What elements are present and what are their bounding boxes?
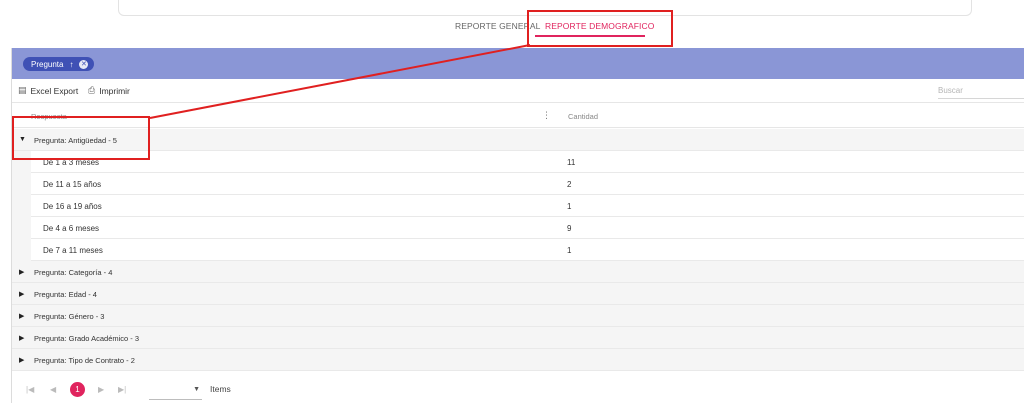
page-size-select[interactable]: ▼ [149, 383, 202, 400]
prev-page-icon[interactable]: ◀ [50, 385, 56, 394]
report-tabs: REPORTE GENERAL REPORTE DEMOGRAFICO [0, 14, 1024, 44]
current-page-button[interactable]: 1 [70, 382, 85, 397]
column-header-row: Respuesta ⋮ Cantidad [12, 104, 1024, 128]
tab-reporte-demografico[interactable]: REPORTE DEMOGRAFICO [545, 21, 654, 31]
group-row-title: Pregunta: Grado Académico - 3 [34, 334, 140, 343]
chevron-down-icon[interactable]: ▼ [193, 386, 200, 393]
group-row-title: Pregunta: Edad - 4 [34, 290, 97, 299]
caret-right-icon[interactable]: ▶ [19, 356, 24, 364]
caret-right-icon[interactable]: ▶ [19, 334, 24, 342]
table-row[interactable]: De 16 a 19 años 1 [12, 195, 1024, 217]
table-row[interactable]: De 4 a 6 meses 9 [12, 217, 1024, 239]
arrow-up-icon[interactable]: ↑ [69, 60, 73, 69]
caret-down-icon[interactable]: ▼ [19, 136, 26, 143]
group-row-antiguedad[interactable]: ▼ Pregunta: Antigüedad - 5 [12, 129, 1024, 151]
caret-right-icon[interactable]: ▶ [19, 290, 24, 298]
printer-icon: ⎙ [88, 85, 96, 95]
cell-respuesta: De 1 a 3 meses [43, 158, 100, 167]
column-header-cantidad[interactable]: Cantidad [568, 112, 598, 121]
data-grid: Pregunta ↑ ✕ ▤ Excel Export ⎙ Imprimir R… [11, 48, 1024, 403]
group-chip-pregunta[interactable]: Pregunta ↑ ✕ [23, 57, 95, 71]
file-excel-icon: ▤ [18, 85, 27, 95]
group-panel: Pregunta ↑ ✕ [12, 48, 1024, 79]
group-row-grado-academico[interactable]: ▶ Pregunta: Grado Académico - 3 [12, 327, 1024, 349]
caret-right-icon[interactable]: ▶ [19, 268, 24, 276]
caret-right-icon[interactable]: ▶ [19, 312, 24, 320]
group-row-tipo-contrato[interactable]: ▶ Pregunta: Tipo de Contrato - 2 [12, 349, 1024, 371]
column-header-respuesta[interactable]: Respuesta [31, 112, 67, 121]
table-row[interactable]: De 7 a 11 meses 1 [12, 239, 1024, 261]
table-row[interactable]: De 1 a 3 meses 11 [12, 151, 1024, 173]
close-circle-icon[interactable]: ✕ [79, 59, 89, 69]
group-row-categoria[interactable]: ▶ Pregunta: Categoría - 4 [12, 261, 1024, 283]
cell-respuesta: De 11 a 15 años [43, 180, 102, 189]
group-chip-label: Pregunta [31, 59, 64, 69]
group-row-edad[interactable]: ▶ Pregunta: Edad - 4 [12, 283, 1024, 305]
cell-cantidad: 9 [567, 224, 572, 233]
first-page-icon[interactable]: |◀ [26, 385, 34, 394]
print-button[interactable]: ⎙ Imprimir [88, 85, 130, 96]
search-input[interactable] [938, 82, 1024, 99]
excel-export-button[interactable]: ▤ Excel Export [18, 85, 78, 96]
cell-cantidad: 2 [567, 180, 572, 189]
pager: |◀ ◀ 1 ▶ ▶| ▼ Items [12, 375, 1024, 403]
cell-cantidad: 11 [567, 158, 576, 167]
cell-respuesta: De 16 a 19 años [43, 202, 102, 211]
cell-cantidad: 1 [567, 202, 572, 211]
cell-respuesta: De 7 a 11 meses [43, 246, 103, 255]
group-row-title: Pregunta: Categoría - 4 [34, 268, 113, 277]
excel-export-label: Excel Export [30, 85, 79, 96]
table-row[interactable]: De 11 a 15 años 2 [12, 173, 1024, 195]
group-row-genero[interactable]: ▶ Pregunta: Género - 3 [12, 305, 1024, 327]
tab-reporte-general[interactable]: REPORTE GENERAL [455, 21, 540, 31]
group-row-title: Pregunta: Tipo de Contrato - 2 [34, 356, 135, 365]
active-tab-indicator [535, 35, 645, 37]
column-menu-icon[interactable]: ⋮ [542, 110, 551, 121]
cell-respuesta: De 4 a 6 meses [43, 224, 100, 233]
group-row-title: Pregunta: Género - 3 [34, 312, 105, 321]
last-page-icon[interactable]: ▶| [118, 385, 126, 394]
next-page-icon[interactable]: ▶ [98, 385, 104, 394]
group-row-title: Pregunta: Antigüedad - 5 [34, 136, 117, 145]
cell-cantidad: 1 [567, 246, 572, 255]
items-label: Items [210, 384, 231, 394]
grid-toolbar: ▤ Excel Export ⎙ Imprimir [12, 79, 1024, 103]
print-label: Imprimir [99, 85, 130, 96]
